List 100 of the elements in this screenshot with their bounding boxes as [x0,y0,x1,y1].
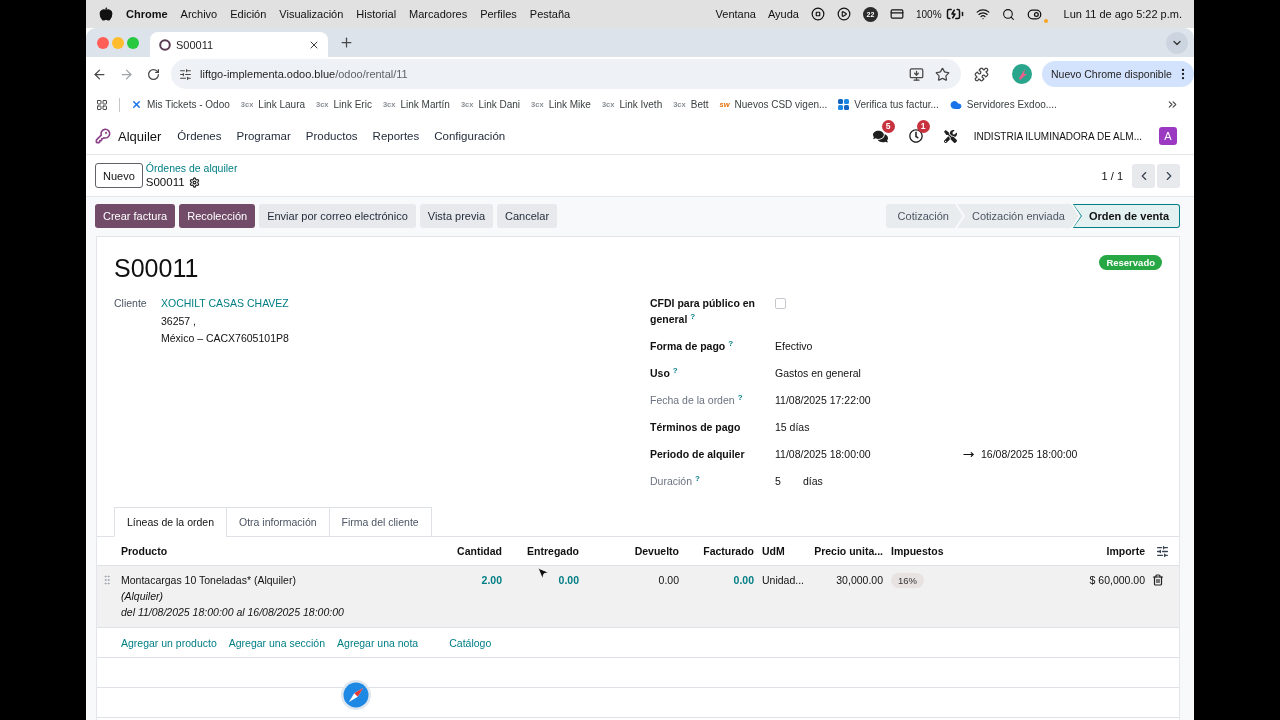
menu-item[interactable]: Historial [356,8,397,20]
action-button[interactable]: Cancelar [497,204,558,228]
card-icon[interactable] [889,7,904,21]
checkbox[interactable] [775,298,786,309]
breadcrumb-link[interactable]: Órdenes de alquiler [145,162,238,175]
activity-count-badge: 1 [916,120,930,133]
customer-link[interactable]: XOCHILT CASAS CHAVEZ [161,295,289,311]
update-chrome-button[interactable]: Nuevo Chrome disponible [1042,61,1194,87]
site-settings-icon[interactable] [179,67,192,81]
previous-button[interactable] [1132,163,1155,188]
apps-grid-icon[interactable] [96,98,108,111]
column-header[interactable]: Devuelto [634,545,679,557]
browser-tab[interactable]: S00011 [150,32,328,57]
address-bar[interactable]: liftgo-implementa.odoo.blue/odoo/rental/11 [171,59,961,89]
debug-tools-button[interactable] [941,127,960,145]
control-center-icon[interactable] [1026,6,1042,22]
field-label: Términos de pago [650,420,742,435]
notebook-tab[interactable]: Firma del cliente [328,507,432,537]
add-line-link[interactable]: Agregar una sección [228,636,326,649]
activities-button[interactable] [906,127,925,145]
menu-item[interactable]: Archivo [180,8,218,20]
menu-item[interactable]: Pestaña [529,8,571,20]
optional-columns-button[interactable] [1155,544,1169,558]
tools-icon [944,129,958,143]
profile-avatar-icon[interactable] [1012,64,1032,84]
install-icon [908,66,924,82]
order-line-row[interactable]: Montacargas 10 Toneladas* (Alquiler) (Alquiler) del 11/08/2025 18:00:00 al 16/08/2025 18:00:00 2.00 0.00 0.00 0.00 Unidad... 30,000.00 16% $ 60,000.00 [97,566,1179,628]
catalog-link[interactable]: Catálogo [449,636,492,649]
column-header[interactable]: Entregado [527,545,579,557]
company-name[interactable]: INDISTRIA ILUMINADORA DE ALM... [973,130,1142,142]
bookmark-link[interactable]: Servidores Exdoo.... [949,98,1057,111]
plus-icon [338,35,354,50]
menu-item[interactable]: Programar [236,130,291,142]
bookmark-star-button[interactable] [933,65,951,83]
status-step[interactable]: Orden de venta [1072,204,1180,228]
column-header[interactable]: UdM [762,545,785,557]
actions-button[interactable] [188,176,200,188]
table-cell-text: 30,000.00 [836,573,883,588]
message-count-badge: 5 [881,120,895,133]
menu-item[interactable]: Perfiles [480,8,517,20]
apple-icon[interactable] [99,7,113,21]
search-icon[interactable] [1001,7,1015,21]
table-cell-text: 0.00 [733,573,754,588]
app-menu[interactable]: Chrome [126,8,168,20]
column-header[interactable]: Facturado [703,545,754,557]
action-button[interactable]: Vista previa [419,204,494,228]
table-cell-text: 2.00 [481,573,502,588]
duration-value: 5 [775,474,782,489]
column-header[interactable]: Cantidad [457,545,502,557]
menu-item[interactable]: Reportes [372,130,420,142]
star-icon [934,66,950,82]
field-value: 15 días [775,420,811,435]
field-label: Uso $^{?}$ [650,365,679,381]
clock[interactable]: Lun 11 de ago 5:22 p.m. [1063,8,1182,20]
new-button[interactable]: Nuevo [95,163,143,188]
field-label: Forma de pago $^{?}$ [650,338,735,354]
status-step[interactable]: Cotización [885,204,963,228]
compass-icon[interactable] [341,680,371,710]
column-header[interactable]: Producto [121,545,168,557]
menu-item[interactable]: Ayuda [767,8,799,20]
menu-item[interactable]: Visualización [279,8,344,20]
order-title: S00011 [114,253,199,284]
action-button[interactable]: Recolección [179,204,256,228]
user-avatar[interactable]: A [1159,127,1177,145]
menu-item[interactable]: Configuración [434,130,506,142]
menu-item[interactable]: Ventana [715,8,756,20]
address-line: 36257 , [161,314,197,329]
stop-circle-icon[interactable] [810,7,825,21]
drag-handle-icon[interactable] [101,574,113,586]
notebook-tab[interactable]: Líneas de la orden [114,507,227,537]
status-step[interactable]: Cotización enviada [956,204,1079,228]
play-circle-icon[interactable] [836,7,851,21]
key-icon[interactable] [95,128,111,144]
bookmark-link[interactable]: Verifica tus factur... [838,99,939,110]
add-line-link[interactable]: Agregar una nota [337,636,419,649]
add-line-link[interactable]: Agregar un producto [121,636,217,649]
action-button[interactable]: Enviar por correo electrónico [259,204,416,228]
next-button[interactable] [1157,163,1180,188]
menu-item[interactable]: Productos [305,130,358,142]
column-header[interactable]: Importe [1106,545,1145,557]
x-mark-icon [131,99,142,110]
menu-item[interactable]: Edición [230,8,267,20]
notebook-tab[interactable]: Otra información [226,507,330,537]
settings-icon [188,176,200,188]
four-squares-icon [838,99,850,110]
field-label: Periodo de alquiler [650,447,746,462]
action-button[interactable]: Crear factura [95,204,176,228]
bookmark-link[interactable]: Mis Tickets - Odoo [131,99,230,110]
install-button[interactable] [907,65,925,83]
delete-line-button[interactable] [1152,573,1164,587]
url-text[interactable]: liftgo-implementa.odoo.blue/odoo/rental/11 [200,68,899,80]
column-header[interactable]: Precio unita... [814,545,883,557]
arrow-right-icon [118,66,134,82]
trash-icon [1152,574,1164,586]
wifi-icon[interactable] [975,7,990,21]
app-name[interactable]: Alquiler [118,128,162,144]
tab-search-button[interactable] [1166,31,1188,54]
menu-item[interactable]: Marcadores [409,8,468,20]
menu-item[interactable]: Órdenes [177,130,222,142]
column-header[interactable]: Impuestos [891,545,944,557]
